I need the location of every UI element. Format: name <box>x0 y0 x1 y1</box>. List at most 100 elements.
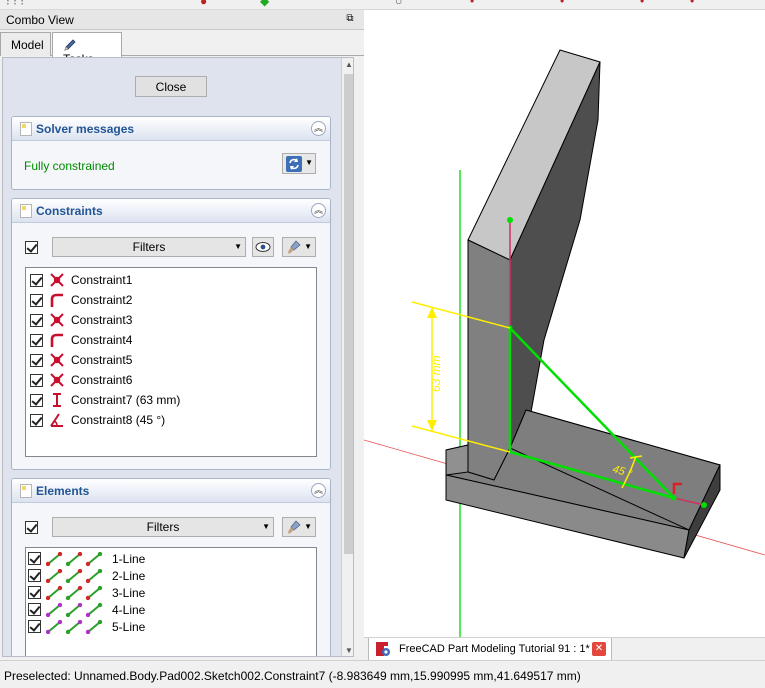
list-item[interactable]: Constraint8 (45 °) <box>30 410 165 430</box>
list-item[interactable]: Constraint4 <box>30 330 132 350</box>
collapse-icon[interactable]: ︽ <box>311 121 326 136</box>
constraint-label: Constraint4 <box>71 333 133 347</box>
element-checkbox[interactable] <box>28 586 41 599</box>
constraints-settings-dropdown[interactable]: ▼ <box>282 237 316 257</box>
line-element-icon <box>45 602 104 617</box>
constraint-label: Constraint8 (45 °) <box>71 413 166 427</box>
constraint-checkbox[interactable] <box>30 393 43 407</box>
list-item[interactable]: Constraint6 <box>30 370 132 390</box>
status-text: Preselected: Unnamed.Body.Pad002.Sketch0… <box>4 669 581 683</box>
line-element-icon <box>45 551 104 566</box>
solver-messages-header[interactable]: Solver messages ︽ <box>12 117 330 141</box>
tab-tasks[interactable]: Tasks <box>52 32 122 66</box>
combo-view: Combo View ⧉ Model Tasks Close Solver me… <box>0 10 364 660</box>
sketch-point <box>701 502 707 508</box>
chevron-down-icon: ▼ <box>304 522 312 531</box>
scrollbar-thumb[interactable] <box>344 74 353 554</box>
element-checkbox[interactable] <box>28 603 41 616</box>
constraints-list: Constraint1 Constraint2 Constraint3 Constra… <box>25 267 317 457</box>
panel-icon <box>20 122 32 136</box>
element-checkbox[interactable] <box>28 552 41 565</box>
solver-refresh-button[interactable]: ▼ <box>282 153 316 174</box>
float-window-icon[interactable]: ⧉ <box>344 13 356 25</box>
constraint-checkbox[interactable] <box>30 353 43 367</box>
solver-status: Fully constrained <box>24 159 115 173</box>
list-item[interactable]: 4-Line <box>28 601 145 618</box>
document-tabbar: FreeCAD Part Modeling Tutorial 91 : 1* ✕ <box>364 637 765 661</box>
element-checkbox[interactable] <box>28 620 41 633</box>
combo-tabs: Model Tasks <box>0 30 364 66</box>
element-label: 1-Line <box>112 551 146 566</box>
part-model-drawing: 63 mm 45 ° <box>364 49 765 637</box>
solver-messages-title: Solver messages <box>36 122 135 136</box>
coincident-icon <box>49 312 65 328</box>
elements-filters-dropdown[interactable]: Filters ▼ <box>52 517 274 537</box>
chevron-down-icon: ▼ <box>305 158 313 167</box>
dimension-arrow <box>427 420 437 431</box>
combo-view-title: Combo View <box>6 13 74 27</box>
list-item[interactable]: Constraint1 <box>30 270 132 290</box>
combo-view-titlebar: Combo View ⧉ <box>0 10 364 30</box>
task-panel: Close Solver messages ︽ Fully constraine… <box>2 57 354 657</box>
constraint-checkbox[interactable] <box>30 413 43 427</box>
visibility-toggle-button[interactable] <box>252 237 274 257</box>
constraints-header[interactable]: Constraints ︽ <box>12 199 330 223</box>
3d-viewport[interactable]: 63 mm 45 ° <box>364 10 765 637</box>
list-item[interactable]: Constraint7 (63 mm) <box>30 390 180 410</box>
constraint-checkbox[interactable] <box>30 273 43 287</box>
constraint-checkbox[interactable] <box>30 293 43 307</box>
elements-title: Elements <box>36 484 90 498</box>
element-label: 2-Line <box>112 568 146 583</box>
elements-select-all-checkbox[interactable] <box>25 521 38 534</box>
elements-panel: Elements ︽ Filters ▼ ▼ 1-Line 2-Line 3-Lin… <box>11 478 331 656</box>
pencil-icon <box>64 39 76 51</box>
elements-header[interactable]: Elements ︽ <box>12 479 330 503</box>
list-item[interactable]: Constraint5 <box>30 350 132 370</box>
brush-icon <box>288 520 301 534</box>
list-item[interactable]: 5-Line <box>28 618 145 635</box>
constraints-panel: Constraints ︽ Filters ▼ ▼ Constraint1 Co… <box>11 198 331 470</box>
sketch-point <box>507 217 513 223</box>
list-item[interactable]: 2-Line <box>28 567 145 584</box>
panel-icon <box>20 204 32 218</box>
top-toolbar-strip: ⁝ ⁝ ⁝ ● ◆ ○ • • • • <box>0 0 765 10</box>
constraint-checkbox[interactable] <box>30 373 43 387</box>
collapse-icon[interactable]: ︽ <box>311 483 326 498</box>
constraint-checkbox[interactable] <box>30 333 43 347</box>
constraints-select-all-checkbox[interactable] <box>25 241 38 254</box>
element-checkbox[interactable] <box>28 569 41 582</box>
wall-front-face <box>467 239 511 481</box>
scroll-down-icon[interactable]: ▼ <box>342 644 353 656</box>
status-bar: Preselected: Unnamed.Body.Pad002.Sketch0… <box>0 660 765 688</box>
elements-settings-dropdown[interactable]: ▼ <box>282 517 316 537</box>
constraint-label: Constraint1 <box>71 273 133 287</box>
list-item[interactable]: Constraint2 <box>30 290 132 310</box>
element-label: 4-Line <box>112 602 146 617</box>
constraint-label: Constraint3 <box>71 313 133 327</box>
collapse-icon[interactable]: ︽ <box>311 203 326 218</box>
eye-icon <box>255 242 271 252</box>
task-panel-scrollbar[interactable]: ▲ ▼ <box>341 58 353 656</box>
tab-model[interactable]: Model <box>0 32 51 56</box>
line-element-icon <box>45 568 104 583</box>
tangent-icon <box>49 332 65 348</box>
scroll-up-icon[interactable]: ▲ <box>342 58 353 72</box>
constraints-title: Constraints <box>36 204 103 218</box>
document-tab[interactable]: FreeCAD Part Modeling Tutorial 91 : 1* ✕ <box>368 638 612 661</box>
close-button[interactable]: Close <box>135 76 207 97</box>
coincident-icon <box>49 272 65 288</box>
list-item[interactable]: 3-Line <box>28 584 145 601</box>
constraints-filters-dropdown[interactable]: Filters ▼ <box>52 237 246 257</box>
tangent-icon <box>49 292 65 308</box>
list-item[interactable]: 1-Line <box>28 550 145 567</box>
refresh-icon <box>286 156 302 172</box>
line-element-icon <box>45 585 104 600</box>
dimension-label-length[interactable]: 63 mm <box>429 355 443 392</box>
panel-icon <box>20 484 32 498</box>
constraint-checkbox[interactable] <box>30 313 43 327</box>
list-item[interactable]: Constraint3 <box>30 310 132 330</box>
constraint-label: Constraint7 (63 mm) <box>71 393 181 407</box>
close-tab-icon[interactable]: ✕ <box>592 642 606 656</box>
sketch-point <box>671 495 677 501</box>
document-tab-name: FreeCAD Part Modeling Tutorial 91 : 1* <box>399 643 590 655</box>
